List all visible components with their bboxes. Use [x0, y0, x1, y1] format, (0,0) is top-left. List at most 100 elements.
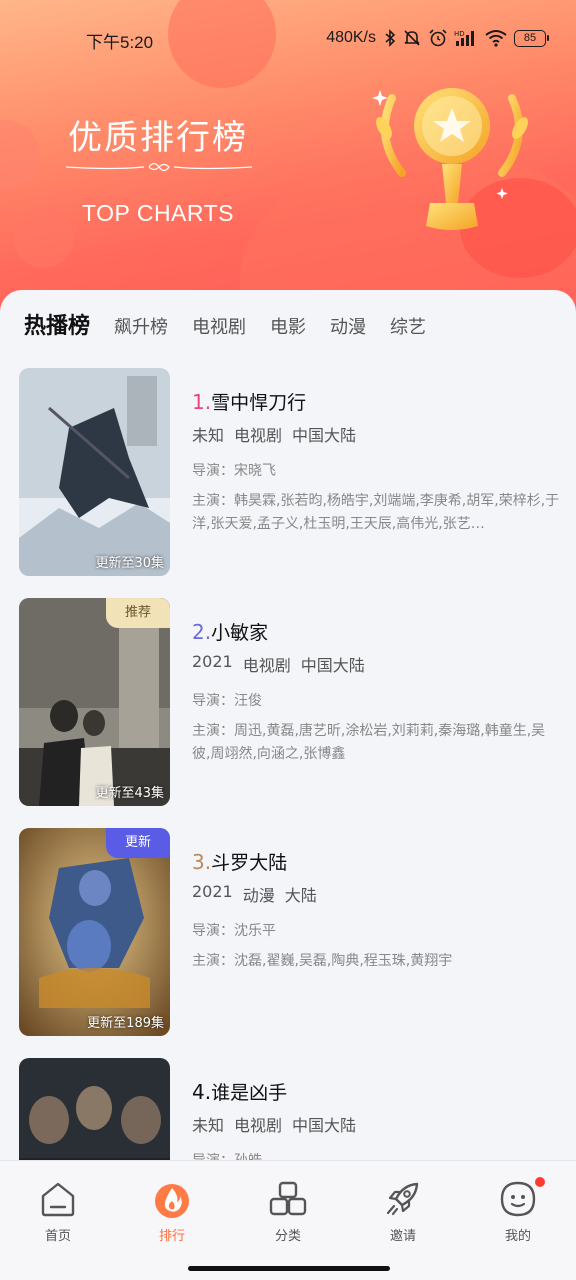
- profile-icon: [500, 1181, 536, 1217]
- item-cast: 主演：沈磊,翟巍,吴磊,陶典,程玉珠,黄翔宇: [192, 953, 453, 969]
- flame-icon: [155, 1184, 189, 1218]
- update-tag: 更新: [106, 828, 170, 858]
- item-type: 动漫: [242, 886, 275, 905]
- episode-badge: 更新至189集: [87, 1016, 164, 1031]
- category-icon: [269, 1181, 307, 1216]
- wifi-icon: [485, 30, 507, 47]
- nav-category-label: 分类: [274, 1229, 301, 1244]
- title-text: 小敏家: [211, 622, 269, 644]
- item-title[interactable]: 3.斗罗大陆: [192, 848, 562, 874]
- item-type: 电视剧: [234, 1116, 283, 1135]
- item-info: 3.斗罗大陆 2021 动漫 大陆 导演：沈乐平 主演：沈磊,翟巍,吴磊,陶典,…: [192, 848, 562, 973]
- page-subtitle: TOP CHARTS: [82, 200, 234, 226]
- status-time: 下午5:20: [86, 33, 154, 52]
- item-meta: 未知 电视剧 中国大陆: [192, 1112, 562, 1136]
- episode-badge: 更新至43集: [95, 786, 164, 801]
- item-info: 1.雪中悍刀行 未知 电视剧 中国大陆 导演：宋晓飞 主演：韩昊霖,张若昀,杨皓…: [192, 388, 562, 536]
- nav-home[interactable]: 首页: [13, 1179, 103, 1244]
- rank-number: 3.: [192, 850, 212, 874]
- home-indicator[interactable]: [188, 1266, 390, 1271]
- tab-rising[interactable]: 飙升榜: [114, 313, 168, 339]
- nav-ranking[interactable]: 排行: [127, 1179, 217, 1244]
- poster-artwork: [19, 368, 170, 576]
- title-text: 雪中悍刀行: [211, 392, 307, 414]
- tab-variety[interactable]: 综艺: [390, 313, 426, 339]
- list-item[interactable]: 推荐 更新至43集 2.小敏家 2021 电视剧 中国大陆 导演：汪俊 主演：周…: [0, 598, 576, 806]
- decor-circle: [14, 208, 74, 268]
- item-year: 2021: [192, 882, 233, 901]
- page-title: 优质排行榜: [68, 118, 248, 158]
- poster-artwork: [19, 828, 170, 1036]
- list-item[interactable]: 4.谁是凶手 未知 电视剧 中国大陆 导演：孙皓: [0, 1058, 576, 1160]
- item-meta: 2021 动漫 大陆: [192, 882, 562, 906]
- poster-artwork: [19, 1058, 170, 1160]
- tab-tv[interactable]: 电视剧: [192, 313, 246, 339]
- poster-image[interactable]: 更新至30集: [19, 368, 170, 576]
- hd-signal-icon: HD: [454, 30, 474, 46]
- episode-badge: 更新至30集: [95, 556, 164, 571]
- item-year: 2021: [192, 652, 233, 671]
- home-icon: [41, 1182, 75, 1217]
- item-year: 未知: [192, 1116, 225, 1135]
- item-director: 导演：孙皓: [192, 1150, 562, 1160]
- network-speed: 480K/s: [326, 29, 376, 46]
- item-region: 中国大陆: [292, 1116, 357, 1135]
- tab-movie[interactable]: 电影: [270, 313, 306, 339]
- notification-badge: [535, 1177, 545, 1187]
- ornament-divider-icon: [65, 162, 253, 172]
- title-text: 斗罗大陆: [211, 852, 288, 874]
- status-bar: 下午5:20 480K/s HD 85: [0, 28, 576, 54]
- item-director: 导演：汪俊: [192, 693, 262, 709]
- item-cast: 主演：韩昊霖,张若昀,杨皓宇,刘端端,李庚希,胡军,荣梓杉,于洋,张天爱,孟子义…: [192, 493, 560, 532]
- item-meta: 未知 电视剧 中国大陆: [192, 422, 562, 446]
- item-director: 导演：宋晓飞: [192, 463, 276, 479]
- rank-number: 1.: [192, 390, 212, 414]
- item-type: 电视剧: [234, 426, 283, 445]
- rank-number: 2.: [192, 620, 212, 644]
- poster-artwork: [19, 598, 170, 806]
- decor-circle: [0, 120, 40, 190]
- svg-text:HD: HD: [454, 30, 465, 38]
- item-cast: 主演：周迅,黄磊,唐艺昕,涂松岩,刘莉莉,秦海璐,韩童生,吴彼,周翊然,向涵之,…: [192, 723, 546, 762]
- nav-ranking-label: 排行: [158, 1229, 185, 1244]
- battery-indicator: 85: [514, 29, 549, 47]
- nav-home-label: 首页: [44, 1229, 71, 1244]
- poster-image[interactable]: [19, 1058, 170, 1160]
- mute-icon: [404, 30, 420, 46]
- rank-number: 4.: [192, 1080, 212, 1104]
- item-title[interactable]: 2.小敏家: [192, 618, 562, 644]
- item-info: 2.小敏家 2021 电视剧 中国大陆 导演：汪俊 主演：周迅,黄磊,唐艺昕,涂…: [192, 618, 562, 766]
- ranking-tabs: 热播榜 飙升榜 电视剧 电影 动漫 综艺: [24, 308, 426, 340]
- status-icons: 480K/s HD 85: [326, 28, 549, 48]
- list-item[interactable]: 更新 更新至189集 3.斗罗大陆 2021 动漫 大陆 导演：沈乐平 主演：沈…: [0, 828, 576, 1036]
- rocket-icon: [386, 1182, 419, 1216]
- nav-invite-label: 邀请: [389, 1229, 416, 1244]
- tab-hot[interactable]: 热播榜: [24, 308, 90, 340]
- item-year: 未知: [192, 426, 225, 445]
- list-item[interactable]: 更新至30集 1.雪中悍刀行 未知 电视剧 中国大陆 导演：宋晓飞 主演：韩昊霖…: [0, 368, 576, 576]
- alarm-icon: [429, 29, 447, 47]
- item-region: 中国大陆: [292, 426, 357, 445]
- bottom-nav: 首页 排行 分类 邀请 我的: [0, 1160, 576, 1280]
- item-director: 导演：沈乐平: [192, 923, 276, 939]
- nav-category[interactable]: 分类: [243, 1179, 333, 1244]
- title-text: 谁是凶手: [211, 1082, 288, 1104]
- nav-profile-label: 我的: [504, 1229, 531, 1244]
- item-info: 4.谁是凶手 未知 电视剧 中国大陆 导演：孙皓: [192, 1078, 562, 1160]
- recommend-tag: 推荐: [106, 598, 170, 628]
- nav-invite[interactable]: 邀请: [358, 1179, 448, 1244]
- item-type: 电视剧: [242, 656, 291, 675]
- item-region: 大陆: [284, 886, 317, 905]
- item-title[interactable]: 1.雪中悍刀行: [192, 388, 562, 414]
- ranking-panel: 热播榜 飙升榜 电视剧 电影 动漫 综艺 更新至30集 1.雪中悍刀行 未知 电…: [0, 290, 576, 1160]
- poster-image[interactable]: 更新 更新至189集: [19, 828, 170, 1036]
- trophy-icon: [372, 88, 528, 230]
- item-region: 中国大陆: [300, 656, 365, 675]
- item-title[interactable]: 4.谁是凶手: [192, 1078, 562, 1104]
- poster-image[interactable]: 推荐 更新至43集: [19, 598, 170, 806]
- item-meta: 2021 电视剧 中国大陆: [192, 652, 562, 676]
- nav-profile[interactable]: 我的: [473, 1177, 563, 1244]
- tab-anime[interactable]: 动漫: [330, 313, 366, 339]
- bluetooth-icon: [385, 29, 396, 47]
- header-banner: 下午5:20 480K/s HD 85 优质排行榜 TOP CHARTS: [0, 0, 576, 320]
